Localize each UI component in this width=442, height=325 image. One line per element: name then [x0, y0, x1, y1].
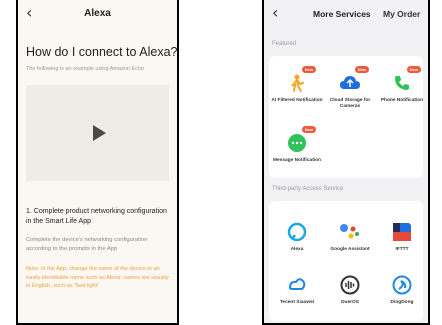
right-phone-screenshot: ‹ More Services My Order Featured New AI… [262, 0, 430, 325]
service-label: Tecent Xiaowei [279, 300, 315, 305]
featured-section-label: Featured [272, 41, 297, 47]
tab-bar: ‹ More Services My Order [264, 0, 428, 27]
service-phone-notification[interactable]: New Phone Notification [376, 66, 428, 104]
person-filter-icon: New [286, 66, 316, 94]
service-label: Alexa [290, 247, 304, 252]
service-message-notification[interactable]: New Message Notification [271, 126, 323, 164]
service-ai-filtered-notification[interactable]: New AI Filtered Notification [271, 66, 323, 104]
dingdong-icon [391, 274, 413, 296]
service-label: DuerOS [341, 300, 359, 305]
step-title: 1. Complete product networking configura… [26, 208, 167, 225]
subheading: The following is an example using Amazon… [26, 66, 145, 72]
third-party-card: Alexa Google Assistant IFTTT Tecent Xiao… [269, 201, 423, 321]
new-badge: New [354, 66, 369, 73]
service-label: IFTTT [395, 247, 409, 252]
service-tecent-xiaowei[interactable]: Tecent Xiaowei [271, 274, 323, 306]
back-icon[interactable]: ‹ [26, 3, 32, 22]
google-assistant-icon [339, 221, 361, 243]
service-label: Cloud Storage for Cameras [329, 98, 371, 109]
third-party-section-label: Third-party Access Service [272, 186, 344, 192]
service-dueros[interactable]: DuerOS [324, 274, 376, 306]
service-cloud-storage[interactable]: New Cloud Storage for Cameras [324, 66, 376, 110]
cloud-icon: New [339, 66, 369, 94]
tab-more-services[interactable]: More Services [313, 9, 371, 19]
page-title: Alexa [84, 8, 111, 19]
message-icon: New [286, 126, 316, 154]
note-text: Note: In the App, change the name of the… [26, 266, 169, 289]
service-label: Google Assistant [330, 247, 370, 252]
tab-my-order[interactable]: My Order [383, 9, 420, 19]
play-icon[interactable] [93, 125, 106, 141]
service-google-assistant[interactable]: Google Assistant [324, 221, 376, 253]
service-ifttt[interactable]: IFTTT [376, 221, 428, 253]
ifttt-icon [391, 221, 413, 243]
nav-bar: ‹ Alexa [18, 0, 177, 27]
new-badge: New [406, 66, 421, 73]
phone-icon: New [391, 66, 421, 94]
heading: How do I connect to Alexa? [26, 45, 177, 59]
new-badge: New [301, 66, 316, 73]
video-player[interactable] [26, 85, 169, 181]
alexa-icon [286, 221, 308, 243]
left-phone-screenshot: ‹ Alexa How do I connect to Alexa? The f… [16, 0, 179, 325]
service-label: AI Filtered Notification [271, 98, 323, 103]
step-description: Complete the device's networking configu… [26, 237, 148, 252]
service-label: DingDong [390, 300, 414, 305]
back-icon[interactable]: ‹ [272, 3, 278, 22]
featured-card: New AI Filtered Notification New Cloud S… [269, 56, 423, 178]
service-label: Phone Notification [380, 98, 424, 103]
more-services-screen: ‹ More Services My Order Featured New AI… [264, 0, 428, 323]
xiaowei-icon [286, 274, 308, 296]
dueros-icon [339, 274, 361, 296]
service-alexa[interactable]: Alexa [271, 221, 323, 253]
alexa-guide-screen: ‹ Alexa How do I connect to Alexa? The f… [18, 0, 177, 323]
service-label: Message Notification [273, 158, 321, 163]
service-dingdong[interactable]: DingDong [376, 274, 428, 306]
new-badge: New [301, 126, 316, 133]
